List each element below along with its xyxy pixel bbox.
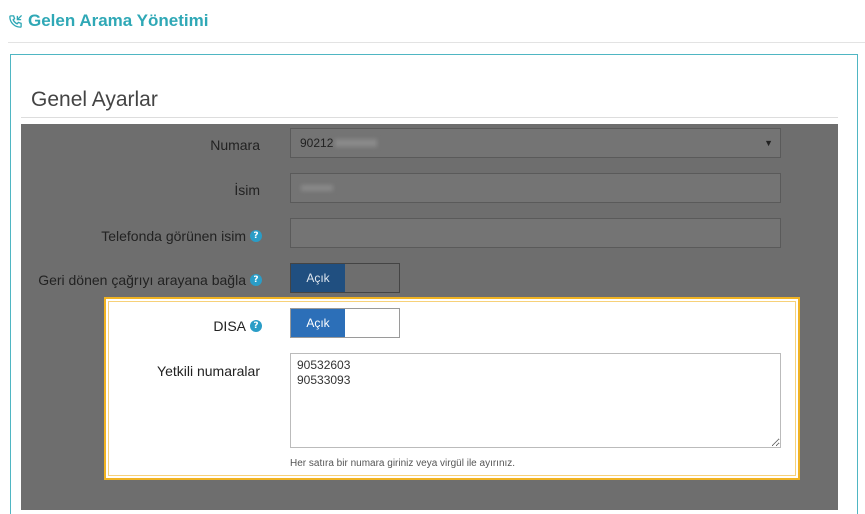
page-title: Gelen Arama Yönetimi bbox=[28, 11, 209, 30]
page-header: Gelen Arama Yönetimi bbox=[8, 9, 208, 33]
yetkili-label: Yetkili numaralar bbox=[60, 361, 260, 381]
yetkili-numaralar-textarea[interactable]: 90532603 90533093 bbox=[290, 353, 781, 448]
isim-label: İsim bbox=[60, 180, 260, 200]
numara-select[interactable]: 90212 ▼ bbox=[290, 128, 781, 158]
section-divider bbox=[21, 117, 838, 118]
section-title: Genel Ayarlar bbox=[31, 88, 158, 111]
header-divider bbox=[8, 42, 865, 43]
redacted-value bbox=[301, 185, 333, 191]
help-icon[interactable]: ? bbox=[250, 320, 262, 332]
geri-donen-label-text: Geri dönen çağrıyı arayana bağla bbox=[38, 272, 246, 288]
telefon-isim-label-text: Telefonda görünen isim bbox=[101, 228, 246, 244]
isim-input[interactable] bbox=[290, 173, 781, 203]
toggle-off-area bbox=[345, 309, 399, 337]
redacted-value bbox=[335, 139, 378, 147]
yetkili-hint: Her satıra bir numara giriniz veya virgü… bbox=[290, 458, 516, 469]
toggle-off-area bbox=[345, 264, 399, 292]
disa-label: DISA ? bbox=[60, 316, 262, 336]
toggle-on-label: Açık bbox=[291, 309, 345, 337]
geri-donen-label: Geri dönen çağrıyı arayana bağla ? bbox=[20, 270, 262, 290]
help-icon[interactable]: ? bbox=[250, 274, 262, 286]
telefon-isim-input[interactable] bbox=[290, 218, 781, 248]
numara-value: 90212 bbox=[300, 136, 334, 150]
chevron-down-icon: ▼ bbox=[764, 138, 773, 148]
help-icon[interactable]: ? bbox=[250, 230, 262, 242]
phone-incoming-icon bbox=[9, 14, 23, 28]
yetkili-label-text: Yetkili numaralar bbox=[157, 363, 260, 379]
telefon-isim-label: Telefonda görünen isim ? bbox=[40, 226, 262, 246]
disa-toggle[interactable]: Açık bbox=[290, 308, 400, 338]
isim-label-text: İsim bbox=[234, 182, 260, 198]
numara-label: Numara bbox=[60, 135, 260, 155]
toggle-on-label: Açık bbox=[291, 264, 345, 292]
geri-donen-toggle[interactable]: Açık bbox=[290, 263, 400, 293]
numara-label-text: Numara bbox=[210, 137, 260, 153]
disa-label-text: DISA bbox=[213, 318, 246, 334]
